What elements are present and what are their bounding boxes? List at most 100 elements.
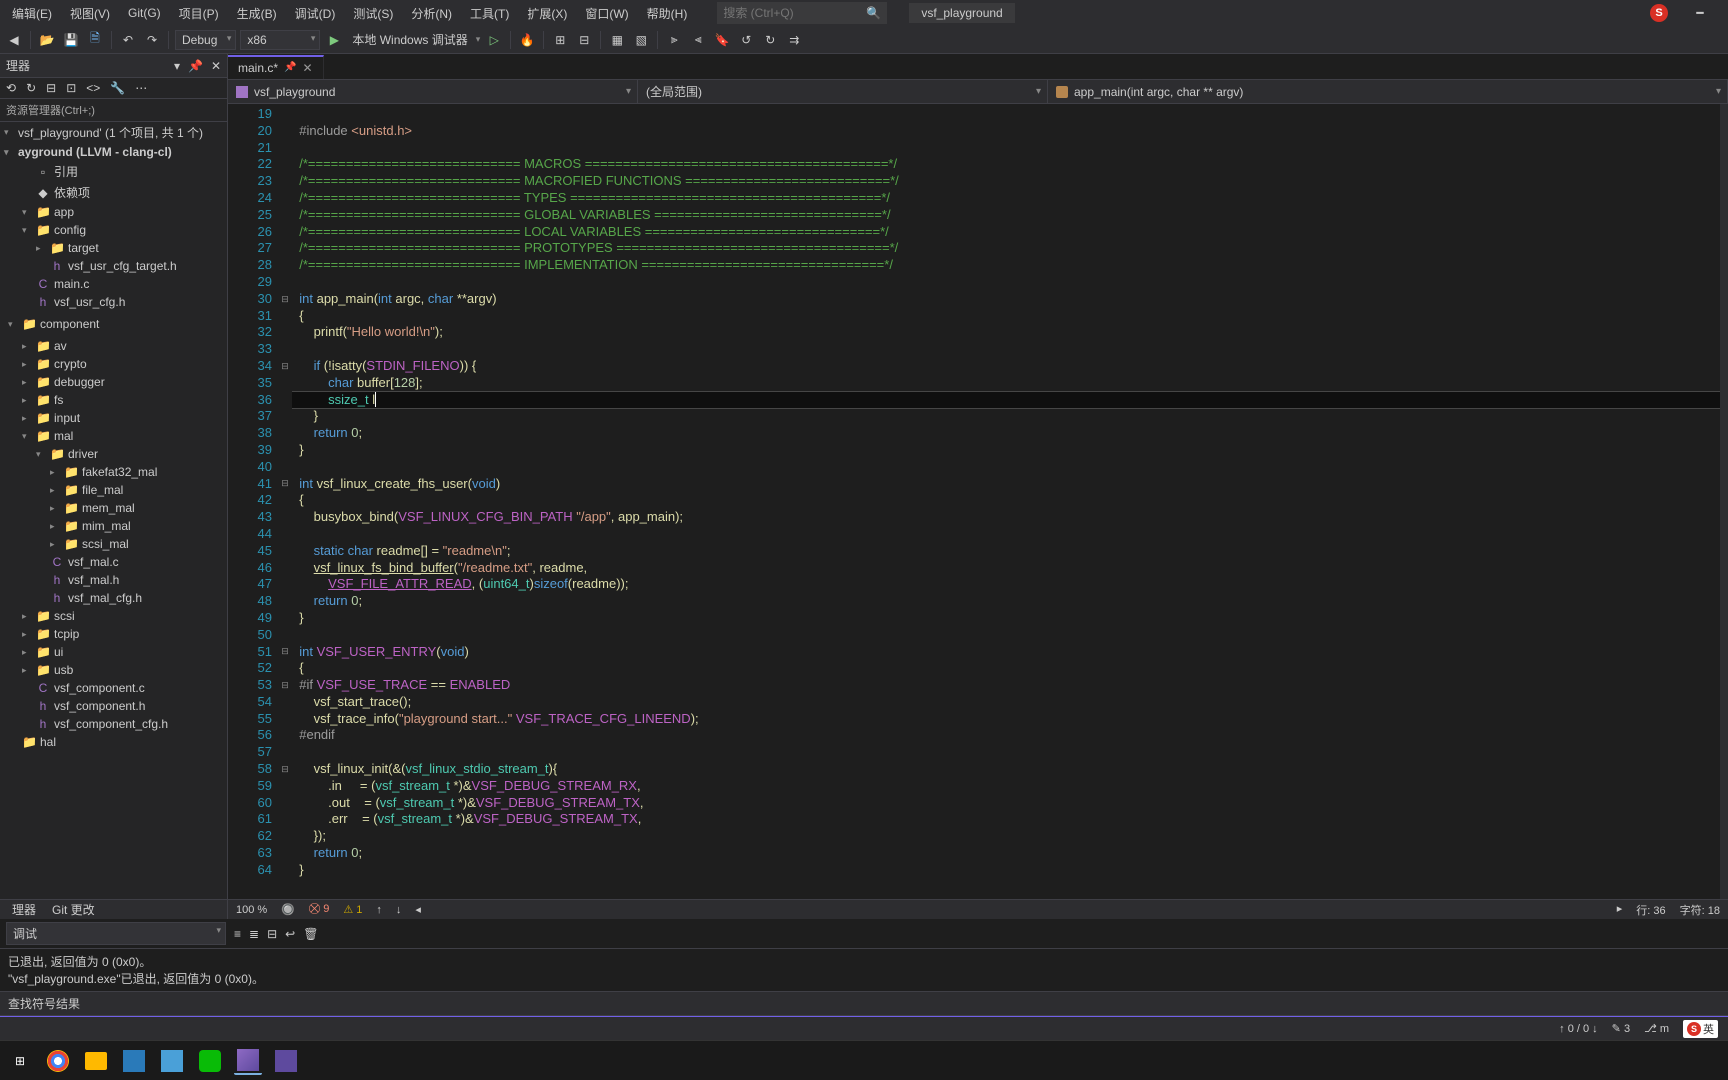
start-button[interactable]: ⊞ bbox=[6, 1047, 34, 1075]
back-button[interactable]: ◀ bbox=[4, 30, 24, 50]
nav-down-icon[interactable]: ↓ bbox=[396, 904, 402, 916]
close-tab-icon[interactable]: ✕ bbox=[302, 61, 312, 75]
task-visualstudio[interactable] bbox=[234, 1047, 262, 1075]
tree-item[interactable]: ▸📁debugger bbox=[0, 373, 227, 391]
tab-main-c[interactable]: main.c* 📌 ✕ bbox=[228, 55, 324, 79]
output-tool-3[interactable]: ⊟ bbox=[267, 927, 277, 941]
tree-item[interactable]: Cvsf_component.c bbox=[0, 679, 227, 697]
dropdown-icon[interactable]: ▾ bbox=[174, 59, 180, 73]
tree-item[interactable]: ▸📁file_mal bbox=[0, 481, 227, 499]
fold-column[interactable]: ⊟⊟⊟⊟⊟⊟ bbox=[278, 104, 292, 899]
tree-item[interactable]: ▸📁av bbox=[0, 337, 227, 355]
nav-up-icon[interactable]: ↑ bbox=[376, 904, 382, 916]
scroll-right-icon[interactable]: ▸ bbox=[1617, 902, 1623, 918]
tree-item[interactable]: ▸📁usb bbox=[0, 661, 227, 679]
menu-project[interactable]: 项目(P) bbox=[171, 2, 227, 25]
task-wechat[interactable] bbox=[196, 1047, 224, 1075]
tree-item[interactable]: ▸📁tcpip bbox=[0, 625, 227, 643]
close-icon[interactable]: ✕ bbox=[211, 59, 221, 73]
tree-item[interactable]: ▫引用 bbox=[0, 161, 227, 182]
platform-dropdown[interactable]: x86 bbox=[240, 30, 320, 50]
git-changes[interactable]: 3 bbox=[1612, 1022, 1630, 1035]
tree-item[interactable]: ▸📁mim_mal bbox=[0, 517, 227, 535]
tree-item[interactable]: hvsf_mal_cfg.h bbox=[0, 589, 227, 607]
search-input[interactable] bbox=[723, 6, 881, 20]
collapse-icon[interactable]: <> bbox=[86, 81, 100, 95]
tree-item[interactable]: hvsf_component_cfg.h bbox=[0, 715, 227, 733]
tree-item[interactable]: Cvsf_mal.c bbox=[0, 553, 227, 571]
properties-icon[interactable]: 🔧 bbox=[110, 81, 125, 95]
tree-item[interactable]: hvsf_component.h bbox=[0, 697, 227, 715]
warning-count[interactable]: ⚠ 1 bbox=[343, 903, 362, 916]
tool-2[interactable]: ⊟ bbox=[574, 30, 594, 50]
more-icon[interactable]: ⋯ bbox=[135, 81, 147, 95]
tab-git-changes[interactable]: Git 更改 bbox=[44, 899, 103, 920]
scrollbar[interactable] bbox=[1720, 104, 1728, 899]
tree-item[interactable]: ▸📁input bbox=[0, 409, 227, 427]
output-tool-1[interactable]: ≡ bbox=[234, 927, 241, 941]
save-all-button[interactable]: 🗎 bbox=[85, 30, 105, 50]
tree-item[interactable]: ▸📁crypto bbox=[0, 355, 227, 373]
output-body[interactable]: 已退出, 返回值为 0 (0x0)。 "vsf_playground.exe"已… bbox=[0, 949, 1728, 991]
menu-git[interactable]: Git(G) bbox=[120, 3, 169, 23]
tree-item[interactable]: ▸📁mem_mal bbox=[0, 499, 227, 517]
tool-9[interactable]: ↻ bbox=[760, 30, 780, 50]
git-branch[interactable]: m bbox=[1644, 1022, 1669, 1035]
menu-build[interactable]: 生成(B) bbox=[229, 2, 285, 25]
git-arrows[interactable]: ↑ 0 / 0 ↓ bbox=[1559, 1023, 1598, 1035]
task-terminal[interactable] bbox=[272, 1047, 300, 1075]
ime-mode[interactable]: 英 bbox=[1703, 1021, 1714, 1037]
save-button[interactable]: 💾 bbox=[61, 30, 81, 50]
start-debug-button[interactable]: ▶ bbox=[324, 30, 344, 50]
error-count[interactable]: ⛒ 9 bbox=[309, 903, 329, 916]
tree-item[interactable]: ▾📁mal bbox=[0, 427, 227, 445]
tool-10[interactable]: ⇉ bbox=[784, 30, 804, 50]
tree-item[interactable]: ▾📁app bbox=[0, 203, 227, 221]
menu-tools[interactable]: 工具(T) bbox=[462, 2, 517, 25]
tree-item[interactable]: hvsf_usr_cfg_target.h bbox=[0, 257, 227, 275]
tree-item[interactable]: Cmain.c bbox=[0, 275, 227, 293]
task-app-1[interactable] bbox=[120, 1047, 148, 1075]
tool-3[interactable]: ▦ bbox=[607, 30, 627, 50]
output-clear-icon[interactable]: 🗑 bbox=[303, 927, 318, 941]
menu-analyze[interactable]: 分析(N) bbox=[403, 2, 460, 25]
showall-icon[interactable]: ⊡ bbox=[66, 81, 76, 95]
open-button[interactable]: 📂 bbox=[37, 30, 57, 50]
tree-item[interactable]: ▸📁ui bbox=[0, 643, 227, 661]
menu-test[interactable]: 测试(S) bbox=[345, 2, 401, 25]
tree-item[interactable]: ▾📁driver bbox=[0, 445, 227, 463]
task-chrome[interactable] bbox=[44, 1047, 72, 1075]
menu-view[interactable]: 视图(V) bbox=[62, 2, 118, 25]
redo-button[interactable]: ↷ bbox=[142, 30, 162, 50]
code-editor[interactable]: 1920212223242526272829303132333435363738… bbox=[228, 104, 1728, 899]
output-source-dropdown[interactable]: 调试 bbox=[6, 922, 226, 945]
task-explorer[interactable] bbox=[82, 1047, 110, 1075]
nav-function-combo[interactable]: app_main(int argc, char ** argv) bbox=[1048, 80, 1728, 103]
tool-6[interactable]: ⫷ bbox=[688, 30, 708, 50]
ime-icon[interactable]: S bbox=[1687, 1022, 1701, 1036]
code-body[interactable]: #include <unistd.h> /*==================… bbox=[292, 104, 1720, 899]
tree-item[interactable]: ▾📁config bbox=[0, 221, 227, 239]
project-node[interactable]: ▾ayground (LLVM - clang-cl) bbox=[0, 143, 227, 161]
solution-node[interactable]: ▾vsf_playground' (1 个项目, 共 1 个) bbox=[0, 122, 227, 143]
solution-name[interactable]: vsf_playground bbox=[909, 3, 1014, 23]
zoom-level[interactable]: 100 % bbox=[236, 904, 267, 916]
nav-scope-combo[interactable]: (全局范围) bbox=[638, 80, 1048, 103]
menu-extensions[interactable]: 扩展(X) bbox=[519, 2, 575, 25]
start-nodebug-button[interactable]: ▷ bbox=[484, 30, 504, 50]
tree-item[interactable]: 📁hal bbox=[0, 733, 227, 751]
tab-explorer[interactable]: 理器 bbox=[4, 899, 44, 920]
task-app-2[interactable] bbox=[158, 1047, 186, 1075]
tool-4[interactable]: ▧ bbox=[631, 30, 651, 50]
scroll-left-icon[interactable]: ◂ bbox=[415, 903, 421, 916]
explorer-breadcrumb[interactable]: 资源管理器(Ctrl+;) bbox=[0, 99, 227, 122]
nav-project-combo[interactable]: vsf_playground bbox=[228, 80, 638, 103]
tree-item[interactable]: ▸📁fs bbox=[0, 391, 227, 409]
tree-item[interactable]: ▸📁scsi_mal bbox=[0, 535, 227, 553]
home-icon[interactable]: ⟲ bbox=[6, 81, 16, 95]
pin-icon[interactable]: 📌 bbox=[284, 62, 296, 73]
tool-5[interactable]: ⫸ bbox=[664, 30, 684, 50]
config-dropdown[interactable]: Debug bbox=[175, 30, 236, 50]
output-tool-2[interactable]: ≣ bbox=[249, 927, 259, 941]
sync-icon[interactable]: ↻ bbox=[26, 81, 36, 95]
